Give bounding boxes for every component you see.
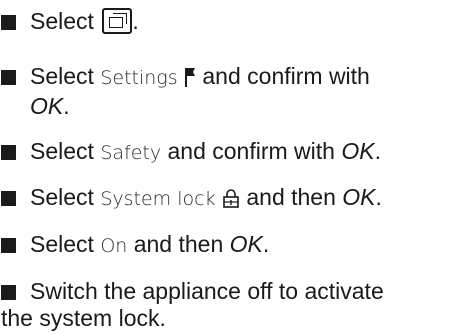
ui-label-system-lock: System lock bbox=[100, 188, 216, 210]
ok-label: OK bbox=[30, 93, 64, 119]
step-suffix: . bbox=[132, 8, 139, 34]
settings-flag-icon bbox=[185, 68, 195, 87]
step-text-line2: the system lock. bbox=[1, 305, 166, 331]
step-mid: and then bbox=[246, 184, 336, 210]
bullet bbox=[1, 145, 16, 160]
bullet bbox=[1, 15, 16, 30]
step-prefix: Select bbox=[30, 8, 94, 34]
step-mid: and confirm with bbox=[202, 63, 370, 89]
step-text: Select System lock and then OK. bbox=[30, 182, 450, 214]
ui-label-safety: Safety bbox=[100, 142, 162, 164]
ok-label: OK bbox=[341, 138, 375, 164]
step-end: . bbox=[262, 231, 270, 257]
step-end: . bbox=[374, 138, 381, 164]
bullet bbox=[1, 285, 16, 300]
bullet bbox=[1, 238, 16, 253]
step-prefix: Select bbox=[30, 63, 94, 89]
menu-windows-icon bbox=[102, 8, 133, 34]
ok-label: OK bbox=[229, 231, 263, 257]
step-text: Select . bbox=[30, 6, 450, 36]
bullet bbox=[1, 70, 16, 85]
bullet bbox=[1, 191, 16, 206]
step-prefix: Select bbox=[30, 231, 94, 257]
ui-label-on: On bbox=[100, 235, 128, 257]
step-end: . bbox=[63, 93, 70, 119]
step-text-line2: OK. bbox=[30, 91, 450, 121]
step-text: Select Safety and confirm with OK. bbox=[30, 136, 450, 168]
step-prefix: Select bbox=[30, 138, 94, 164]
step-prefix: Select bbox=[30, 184, 94, 210]
step-mid: and then bbox=[133, 231, 224, 257]
step-text: Select Settings and confirm with bbox=[30, 61, 450, 93]
padlock-icon bbox=[223, 189, 239, 208]
ok-label: OK bbox=[342, 184, 376, 210]
ui-label-settings: Settings bbox=[100, 67, 178, 89]
step-mid: and confirm with bbox=[167, 138, 335, 164]
step-text: Switch the appliance off to activate bbox=[30, 278, 384, 304]
step-end: . bbox=[375, 184, 382, 210]
step-text: Select On and then OK. bbox=[30, 229, 450, 261]
